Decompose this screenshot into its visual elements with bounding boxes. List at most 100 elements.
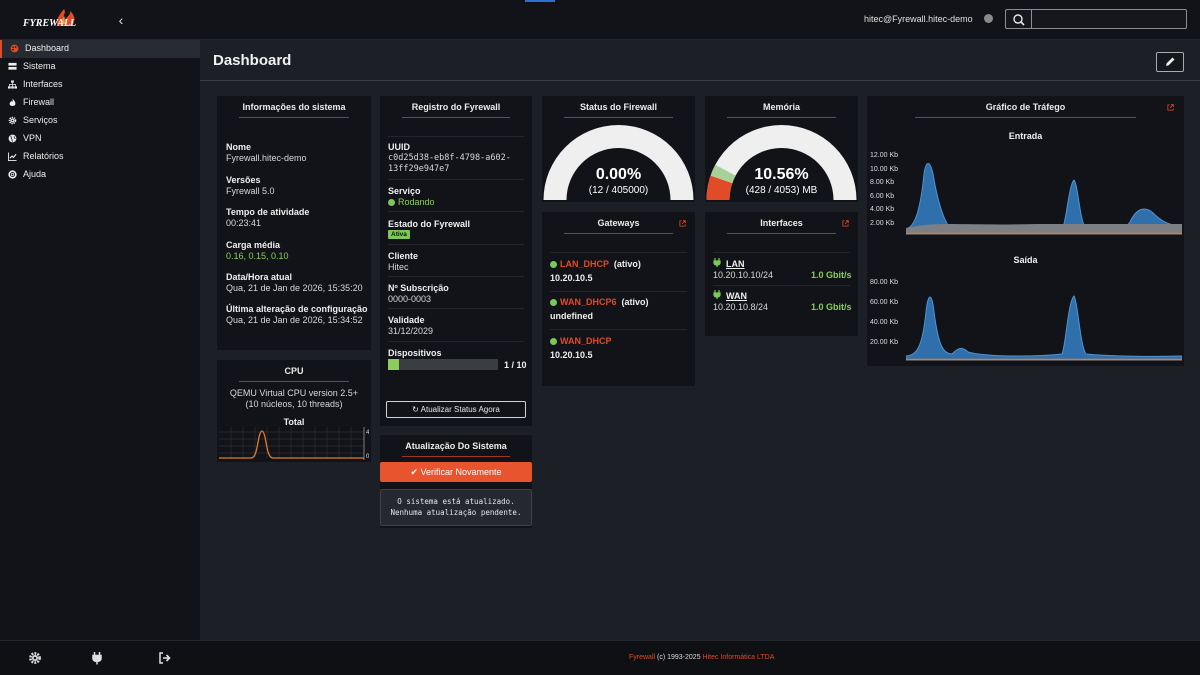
title-underline	[239, 381, 349, 382]
title-underline	[727, 117, 836, 118]
service-status: Rodando	[388, 197, 435, 207]
external-link-icon[interactable]	[679, 220, 686, 227]
refresh-status-button[interactable]: ↻ Atualizar Status Agora	[386, 401, 526, 418]
sidebar-item-servicos[interactable]: Serviços	[0, 112, 200, 130]
cpu-axis-max: 4	[366, 430, 369, 436]
search-button[interactable]	[1005, 9, 1031, 29]
edit-dashboard-button[interactable]	[1156, 52, 1184, 72]
sidebar-item-firewall[interactable]: Firewall	[0, 94, 200, 112]
sidebar-item-relatorios[interactable]: Relatórios	[0, 148, 200, 166]
gateway-item: WAN_DHCP	[550, 336, 612, 346]
title-underline	[402, 117, 510, 118]
field-value: 0.16, 0.15, 0.10	[226, 251, 289, 261]
divider	[388, 308, 524, 309]
panel-title: Informações do sistema	[242, 102, 346, 112]
interface-name[interactable]: LAN	[726, 259, 745, 269]
user-name: hitec@Fyrewall.hitec-demo	[864, 14, 973, 24]
field-value: Fyrewall 5.0	[226, 186, 275, 196]
sidebar-item-dashboard[interactable]: Dashboard	[0, 40, 200, 58]
uuid-value-line1: c0d25d38-eb8f-4798-a602-	[388, 153, 511, 163]
tick-label: 40.00 Kb	[870, 319, 899, 326]
gateway-address: undefined	[550, 311, 593, 321]
external-link-icon[interactable]	[1167, 104, 1174, 111]
copyright: Fyrewall (c) 1993-2025 Hitec Informática…	[629, 654, 774, 661]
field-label: Carga média	[226, 240, 281, 250]
memory-percent: 10.56%	[754, 166, 809, 183]
interface-speed: 1.0 Gbit/s	[811, 302, 852, 312]
search-input[interactable]	[1031, 9, 1187, 29]
sidebar-item-interfaces[interactable]: Interfaces	[0, 76, 200, 94]
gateway-item: LAN_DHCP (ativo)	[550, 259, 641, 269]
in-axis-ticks: 12.00 Kb 10.00 Kb 8.00 Kb 6.00 Kb 4.00 K…	[870, 149, 910, 230]
footer-brand[interactable]: Fyrewall	[629, 654, 655, 661]
cpu-chart: 4 0	[219, 427, 369, 460]
tick-label: 12.00 Kb	[870, 152, 899, 159]
interface-name[interactable]: WAN	[726, 291, 747, 301]
tick-label: 2.00 Kb	[870, 219, 895, 227]
sidebar-item-sistema[interactable]: Sistema	[0, 58, 200, 76]
field-label: Versões	[226, 175, 261, 185]
status-ok-dot	[388, 199, 395, 206]
sidebar-item-label: Sistema	[23, 61, 56, 71]
sidebar-item-vpn[interactable]: VPN	[0, 130, 200, 148]
divider	[550, 329, 687, 330]
interface-address: 10.20.10.10/24	[713, 270, 774, 280]
gateway-address: 10.20.10.5	[550, 273, 593, 283]
divider	[388, 211, 524, 212]
panel-title: Memória	[762, 102, 800, 112]
title-underline	[564, 117, 673, 118]
traffic-in-chart	[906, 163, 1182, 235]
devices-progress-bar	[388, 359, 498, 370]
tick-label: 4.00 Kb	[870, 206, 895, 213]
chart-icon	[8, 152, 17, 161]
cpu-panel: CPU QEMU Virtual CPU version 2.5+ (10 nú…	[217, 360, 371, 462]
refresh-icon: ↻	[412, 405, 419, 414]
panel-title: CPU	[284, 366, 304, 376]
title-underline	[727, 233, 836, 234]
gateway-status: (ativo)	[621, 297, 649, 307]
tick-label: 8.00 Kb	[870, 179, 895, 186]
service-value: Rodando	[398, 197, 435, 207]
gateway-name[interactable]: WAN_DHCP	[560, 336, 612, 346]
footer-company[interactable]: Hitec Informática LTDA	[703, 654, 775, 661]
validity-value: 31/12/2029	[388, 326, 434, 336]
tick-label: 6.00 Kb	[870, 192, 895, 200]
sidebar: Dashboard Sistema Interfaces Firewall Se…	[0, 40, 200, 640]
pencil-icon	[1166, 57, 1175, 66]
devices-value: 1 / 10	[504, 360, 527, 370]
gateway-name[interactable]: WAN_DHCP6	[560, 297, 617, 307]
sidebar-item-label: Relatórios	[23, 151, 64, 161]
connection-status-dot	[984, 14, 993, 23]
page-title: Dashboard	[213, 52, 292, 69]
panel-title: Status do Firewall	[579, 102, 657, 112]
update-message-box: O sistema está atualizado. Nenhuma atual…	[380, 489, 532, 526]
gateway-name[interactable]: LAN_DHCP	[560, 259, 609, 269]
plug-icon[interactable]	[90, 651, 104, 665]
title-underline	[239, 117, 349, 118]
top-bar: FYREWALL ‹ hitec@Fyrewall.hitec-demo	[0, 0, 1200, 40]
subscription-value: 0000-0003	[388, 294, 432, 304]
tick-label: 80.00 Kb	[870, 279, 899, 286]
check-updates-button[interactable]: ✔ Verificar Novamente	[380, 462, 532, 482]
lifebuoy-icon	[8, 170, 17, 179]
palette-icon	[10, 44, 19, 53]
sidebar-item-ajuda[interactable]: Ajuda	[0, 166, 200, 184]
uuid-label: UUID	[388, 142, 410, 152]
divider	[388, 244, 524, 245]
collapse-sidebar-icon[interactable]: ‹	[114, 12, 128, 28]
external-link-icon[interactable]	[842, 220, 849, 227]
panel-title: Interfaces	[760, 218, 803, 228]
settings-gear-icon[interactable]	[28, 651, 42, 665]
subscription-label: Nº Subscrição	[388, 283, 449, 293]
logout-icon[interactable]	[158, 651, 172, 665]
footer: Fyrewall (c) 1993-2025 Hitec Informática…	[0, 640, 1200, 675]
system-info-panel: Informações do sistema Nome Fyrewall.hit…	[217, 96, 371, 350]
client-label: Cliente	[388, 251, 419, 261]
memory-panel: Memória 10.56% (428 / 4053) MB	[705, 96, 858, 202]
title-underline	[915, 117, 1136, 118]
logo[interactable]: FYREWALL	[20, 7, 100, 33]
sidebar-item-label: Serviços	[23, 115, 58, 125]
update-message-line1: O sistema está atualizado.	[397, 497, 515, 506]
tick-label: 20.00 Kb	[870, 339, 899, 346]
plug-icon	[713, 290, 721, 299]
